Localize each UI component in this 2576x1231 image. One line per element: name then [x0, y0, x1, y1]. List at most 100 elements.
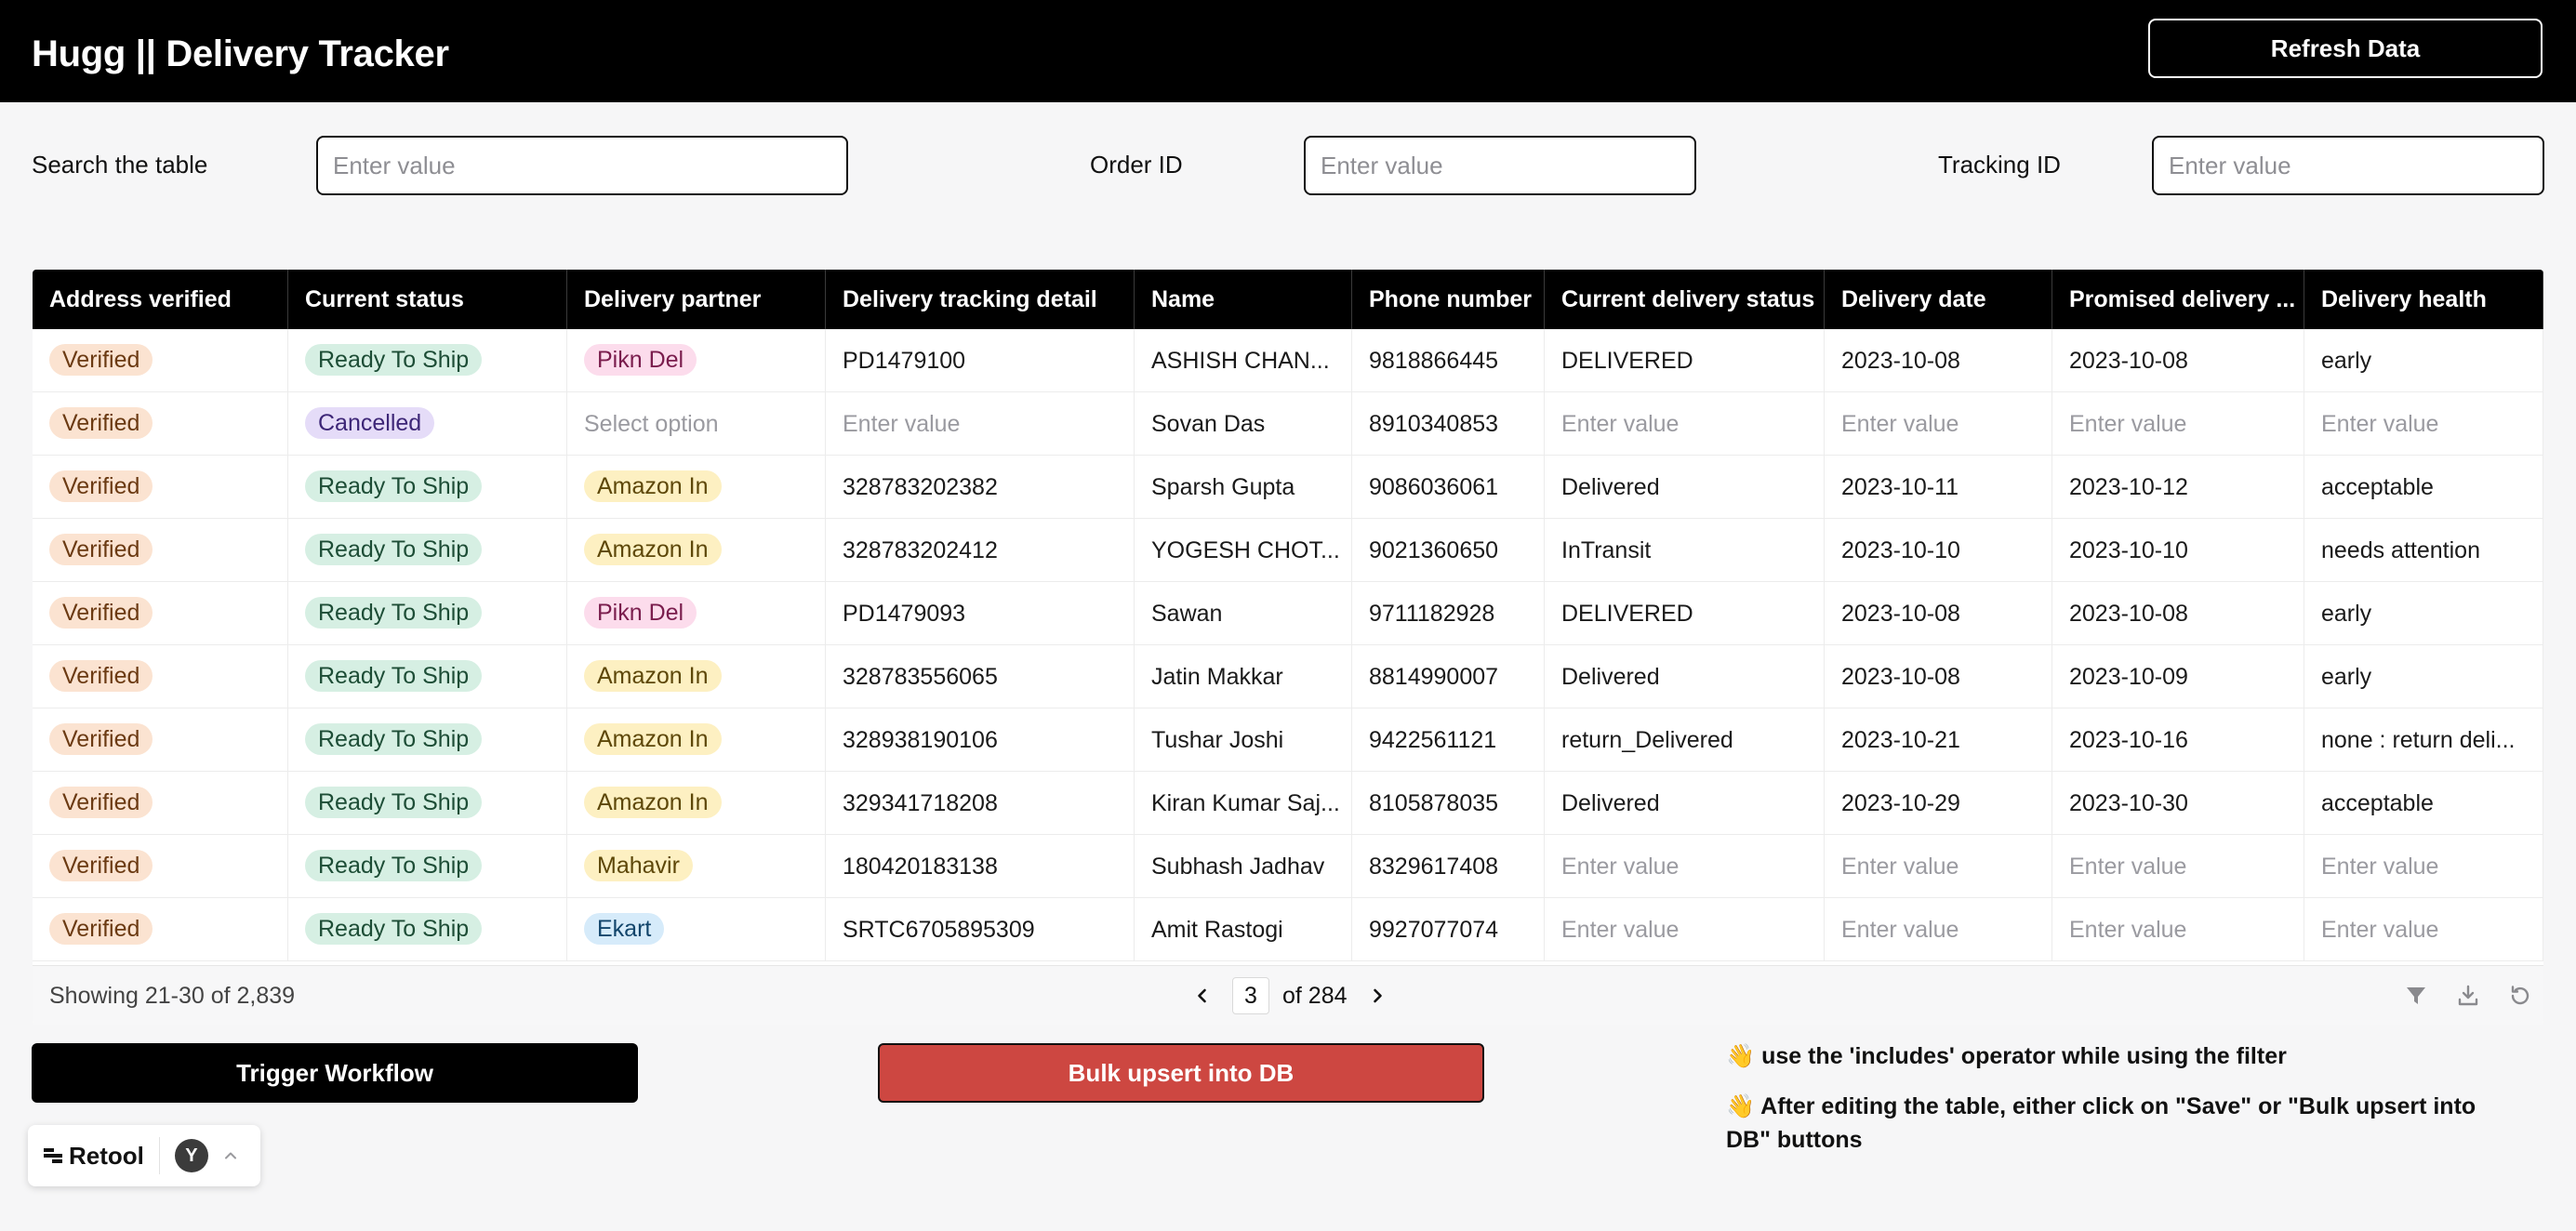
column-header-address-verified[interactable]: Address verified: [33, 270, 288, 329]
cell-address-verified[interactable]: Verified: [33, 582, 288, 645]
table-row[interactable]: Verified Ready To Ship Amazon In 3287832024…: [33, 519, 2543, 582]
cell-name[interactable]: YOGESH CHOT...: [1135, 519, 1352, 582]
cell-phone-number[interactable]: 9818866445: [1352, 329, 1545, 392]
cell-delivery-health[interactable]: needs attention: [2304, 519, 2543, 582]
cell-delivery-partner[interactable]: Amazon In: [567, 708, 826, 772]
cell-current-status[interactable]: Ready To Ship: [288, 519, 567, 582]
cell-delivery-date[interactable]: 2023-10-08: [1825, 582, 2052, 645]
table-row[interactable]: Verified Ready To Ship Pikn Del PD1479100 AS…: [33, 329, 2543, 392]
cell-tracking-detail[interactable]: 180420183138: [826, 835, 1135, 898]
column-header-current-status[interactable]: Current status: [288, 270, 567, 329]
cell-address-verified[interactable]: Verified: [33, 835, 288, 898]
bulk-upsert-button[interactable]: Bulk upsert into DB: [878, 1043, 1484, 1103]
avatar[interactable]: Y: [174, 1139, 208, 1172]
table-row[interactable]: Verified Ready To Ship Amazon In 3287832023…: [33, 456, 2543, 519]
cell-delivery-status[interactable]: Enter value: [1545, 835, 1825, 898]
cell-delivery-partner[interactable]: Pikn Del: [567, 329, 826, 392]
cell-name[interactable]: Amit Rastogi: [1135, 898, 1352, 961]
cell-delivery-partner[interactable]: Pikn Del: [567, 582, 826, 645]
cell-promised-date[interactable]: 2023-10-12: [2052, 456, 2304, 519]
cell-delivery-date[interactable]: Enter value: [1825, 835, 2052, 898]
cell-tracking-detail[interactable]: Enter value: [826, 392, 1135, 456]
cell-phone-number[interactable]: 9422561121: [1352, 708, 1545, 772]
cell-tracking-detail[interactable]: PD1479100: [826, 329, 1135, 392]
cell-phone-number[interactable]: 9086036061: [1352, 456, 1545, 519]
column-header-promised-date[interactable]: Promised delivery ...: [2052, 270, 2304, 329]
cell-current-status[interactable]: Ready To Ship: [288, 645, 567, 708]
cell-promised-date[interactable]: 2023-10-08: [2052, 582, 2304, 645]
cell-delivery-date[interactable]: Enter value: [1825, 392, 2052, 456]
cell-phone-number[interactable]: 9927077074: [1352, 898, 1545, 961]
cell-address-verified[interactable]: Verified: [33, 898, 288, 961]
cell-delivery-partner[interactable]: Select option: [567, 392, 826, 456]
expand-button[interactable]: [221, 1146, 240, 1165]
cell-promised-date[interactable]: 2023-10-10: [2052, 519, 2304, 582]
order-id-input[interactable]: [1304, 136, 1696, 195]
cell-delivery-date[interactable]: 2023-10-11: [1825, 456, 2052, 519]
cell-delivery-health[interactable]: early: [2304, 329, 2543, 392]
cell-address-verified[interactable]: Verified: [33, 456, 288, 519]
cell-current-status[interactable]: Cancelled: [288, 392, 567, 456]
cell-name[interactable]: Jatin Makkar: [1135, 645, 1352, 708]
cell-delivery-health[interactable]: Enter value: [2304, 392, 2543, 456]
cell-delivery-status[interactable]: DELIVERED: [1545, 329, 1825, 392]
cell-phone-number[interactable]: 9021360650: [1352, 519, 1545, 582]
cell-name[interactable]: ASHISH CHAN...: [1135, 329, 1352, 392]
table-row[interactable]: Verified Ready To Ship Ekart SRTC6705895309…: [33, 898, 2543, 961]
cell-tracking-detail[interactable]: 328783556065: [826, 645, 1135, 708]
cell-phone-number[interactable]: 8910340853: [1352, 392, 1545, 456]
cell-delivery-status[interactable]: return_Delivered: [1545, 708, 1825, 772]
cell-delivery-date[interactable]: 2023-10-08: [1825, 329, 2052, 392]
table-row[interactable]: Verified Ready To Ship Amazon In 3293417182…: [33, 772, 2543, 835]
cell-promised-date[interactable]: 2023-10-09: [2052, 645, 2304, 708]
cell-delivery-health[interactable]: Enter value: [2304, 835, 2543, 898]
cell-delivery-health[interactable]: early: [2304, 645, 2543, 708]
column-header-name[interactable]: Name: [1135, 270, 1352, 329]
cell-phone-number[interactable]: 8329617408: [1352, 835, 1545, 898]
cell-delivery-partner[interactable]: Ekart: [567, 898, 826, 961]
cell-tracking-detail[interactable]: 328783202382: [826, 456, 1135, 519]
column-header-phone-number[interactable]: Phone number: [1352, 270, 1545, 329]
search-input[interactable]: [316, 136, 848, 195]
prev-page-button[interactable]: [1186, 979, 1219, 1013]
cell-tracking-detail[interactable]: SRTC6705895309: [826, 898, 1135, 961]
cell-delivery-partner[interactable]: Amazon In: [567, 456, 826, 519]
cell-delivery-status[interactable]: DELIVERED: [1545, 582, 1825, 645]
cell-promised-date[interactable]: 2023-10-08: [2052, 329, 2304, 392]
cell-address-verified[interactable]: Verified: [33, 329, 288, 392]
table-row[interactable]: Verified Ready To Ship Pikn Del PD1479093 Sa…: [33, 582, 2543, 645]
cell-tracking-detail[interactable]: 328783202412: [826, 519, 1135, 582]
cell-delivery-health[interactable]: acceptable: [2304, 456, 2543, 519]
cell-name[interactable]: Tushar Joshi: [1135, 708, 1352, 772]
cell-delivery-health[interactable]: acceptable: [2304, 772, 2543, 835]
cell-name[interactable]: Sawan: [1135, 582, 1352, 645]
table-row[interactable]: Verified Ready To Ship Amazon In 3289381901…: [33, 708, 2543, 772]
cell-delivery-status[interactable]: Enter value: [1545, 898, 1825, 961]
cell-current-status[interactable]: Ready To Ship: [288, 772, 567, 835]
column-header-delivery-status[interactable]: Current delivery status: [1545, 270, 1825, 329]
retool-badge[interactable]: Retool Y: [28, 1125, 260, 1186]
cell-current-status[interactable]: Ready To Ship: [288, 582, 567, 645]
trigger-workflow-button[interactable]: Trigger Workflow: [32, 1043, 638, 1103]
cell-delivery-date[interactable]: Enter value: [1825, 898, 2052, 961]
cell-promised-date[interactable]: Enter value: [2052, 835, 2304, 898]
cell-delivery-status[interactable]: Delivered: [1545, 772, 1825, 835]
refresh-data-button[interactable]: Refresh Data: [2148, 19, 2543, 78]
cell-current-status[interactable]: Ready To Ship: [288, 708, 567, 772]
cell-delivery-status[interactable]: InTransit: [1545, 519, 1825, 582]
cell-delivery-partner[interactable]: Mahavir: [567, 835, 826, 898]
cell-delivery-status[interactable]: Enter value: [1545, 392, 1825, 456]
cell-phone-number[interactable]: 8814990007: [1352, 645, 1545, 708]
cell-delivery-date[interactable]: 2023-10-21: [1825, 708, 2052, 772]
column-header-delivery-date[interactable]: Delivery date: [1825, 270, 2052, 329]
cell-phone-number[interactable]: 8105878035: [1352, 772, 1545, 835]
column-header-delivery-health[interactable]: Delivery health: [2304, 270, 2543, 329]
cell-address-verified[interactable]: Verified: [33, 708, 288, 772]
cell-delivery-date[interactable]: 2023-10-29: [1825, 772, 2052, 835]
cell-promised-date[interactable]: Enter value: [2052, 898, 2304, 961]
cell-promised-date[interactable]: 2023-10-30: [2052, 772, 2304, 835]
filter-button[interactable]: [2399, 979, 2433, 1013]
cell-current-status[interactable]: Ready To Ship: [288, 898, 567, 961]
cell-current-status[interactable]: Ready To Ship: [288, 456, 567, 519]
cell-name[interactable]: Sparsh Gupta: [1135, 456, 1352, 519]
